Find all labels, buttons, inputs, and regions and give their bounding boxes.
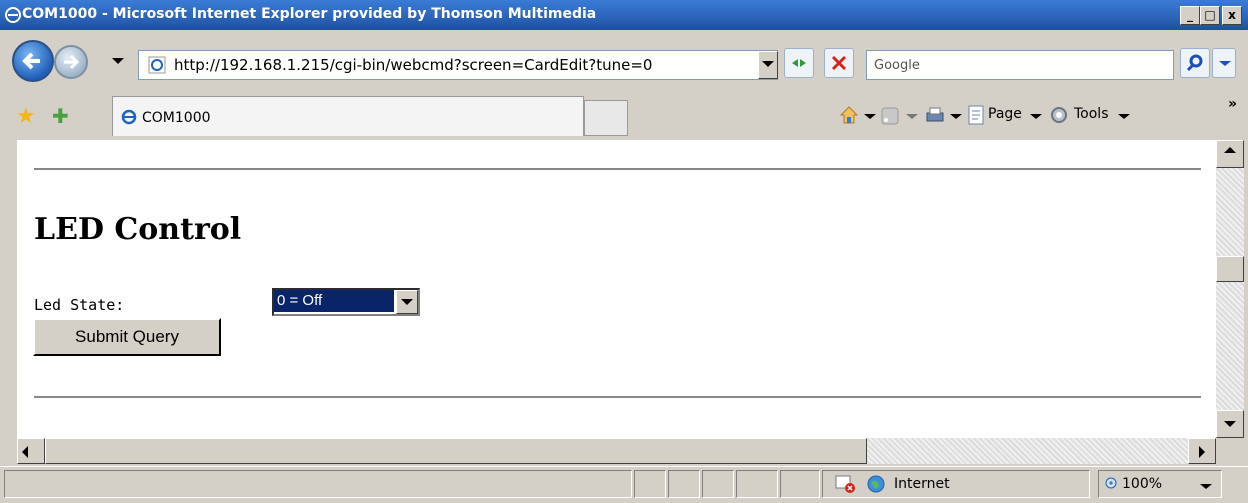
scroll-down-button[interactable] (1216, 410, 1244, 438)
print-icon[interactable] (924, 104, 946, 126)
tools-menu-button[interactable]: Tools (1074, 106, 1109, 122)
page-heading: LED Control (34, 212, 242, 247)
vertical-scrollbar[interactable] (1216, 140, 1244, 438)
close-button[interactable]: x (1222, 6, 1242, 25)
address-dropdown-button[interactable] (758, 51, 778, 79)
status-cell (668, 470, 700, 498)
submit-query-button[interactable]: Submit Query (33, 318, 221, 356)
chevron-down-icon[interactable] (1118, 114, 1130, 119)
search-placeholder: Google (874, 58, 920, 73)
refresh-button[interactable] (784, 48, 814, 78)
forward-arrow-icon (64, 54, 80, 70)
stop-button[interactable] (824, 48, 854, 78)
refresh-icon (792, 59, 806, 67)
scroll-up-button[interactable] (1216, 140, 1244, 168)
status-cell (634, 470, 666, 498)
window-title: COM1000 - Microsoft Internet Explorer pr… (22, 6, 597, 22)
divider (34, 168, 1201, 170)
scroll-left-button[interactable] (17, 438, 45, 464)
chevron-up-icon (1224, 147, 1236, 153)
minimize-button[interactable]: _ (1180, 6, 1200, 25)
chevron-down-icon (112, 58, 124, 64)
chevron-down-icon (762, 61, 774, 67)
address-text[interactable]: http://192.168.1.215/cgi-bin/webcmd?scre… (174, 56, 652, 74)
ie-logo-icon (5, 7, 21, 23)
gear-icon (1051, 107, 1067, 123)
status-cell (702, 470, 734, 498)
status-text-cell (4, 470, 632, 498)
ie-logo-icon (121, 109, 137, 125)
feeds-icon[interactable] (880, 106, 900, 126)
security-zone-label: Internet (894, 476, 950, 492)
stop-icon (831, 55, 847, 71)
recent-pages-dropdown[interactable] (112, 58, 124, 64)
chevron-left-icon (22, 446, 28, 458)
chevron-down-icon[interactable] (1030, 114, 1042, 119)
maximize-button[interactable]: □ (1200, 6, 1220, 25)
page-content (17, 140, 1216, 438)
zoom-level: 100% (1122, 476, 1163, 492)
chevron-down-icon[interactable] (950, 114, 962, 119)
home-icon[interactable] (838, 104, 860, 126)
forward-button[interactable] (54, 45, 88, 79)
search-options-dropdown[interactable] (1212, 48, 1236, 78)
status-cell (736, 470, 778, 498)
back-button[interactable] (12, 40, 54, 82)
chevron-down-icon[interactable] (864, 114, 876, 119)
chevron-down-icon (1224, 421, 1236, 427)
led-state-label: Led State: (34, 296, 125, 314)
status-cell (780, 470, 820, 498)
chevron-right-icon (1199, 446, 1205, 458)
chevron-down-icon (401, 299, 413, 305)
scroll-right-button[interactable] (1188, 438, 1216, 464)
popup-blocked-icon[interactable] (834, 474, 856, 494)
globe-icon (867, 475, 885, 493)
chevron-down-icon (1219, 61, 1231, 66)
divider (34, 396, 1201, 398)
tab-label: COM1000 (142, 110, 211, 126)
horizontal-scroll-thumb[interactable] (45, 438, 867, 464)
security-zone-cell[interactable] (822, 470, 1090, 498)
new-tab-button[interactable] (584, 100, 628, 136)
chevron-down-icon[interactable] (1200, 484, 1212, 489)
chevron-down-icon[interactable] (906, 114, 918, 119)
page-menu-icon (968, 105, 984, 125)
search-button[interactable] (1180, 48, 1210, 78)
add-favorite-icon[interactable]: ✚ (52, 104, 69, 128)
back-arrow-icon (22, 52, 40, 70)
more-commands-button[interactable]: » (1228, 96, 1237, 112)
page-icon (148, 56, 166, 74)
search-icon (1186, 54, 1203, 72)
vertical-scroll-thumb[interactable] (1216, 256, 1244, 282)
led-state-selected-value[interactable]: 0 = Off (274, 290, 394, 312)
zoom-icon (1105, 477, 1117, 489)
page-menu-button[interactable]: Page (988, 106, 1022, 122)
favorites-star-icon[interactable]: ★ (16, 104, 36, 129)
led-state-dropdown-button[interactable] (396, 290, 418, 314)
